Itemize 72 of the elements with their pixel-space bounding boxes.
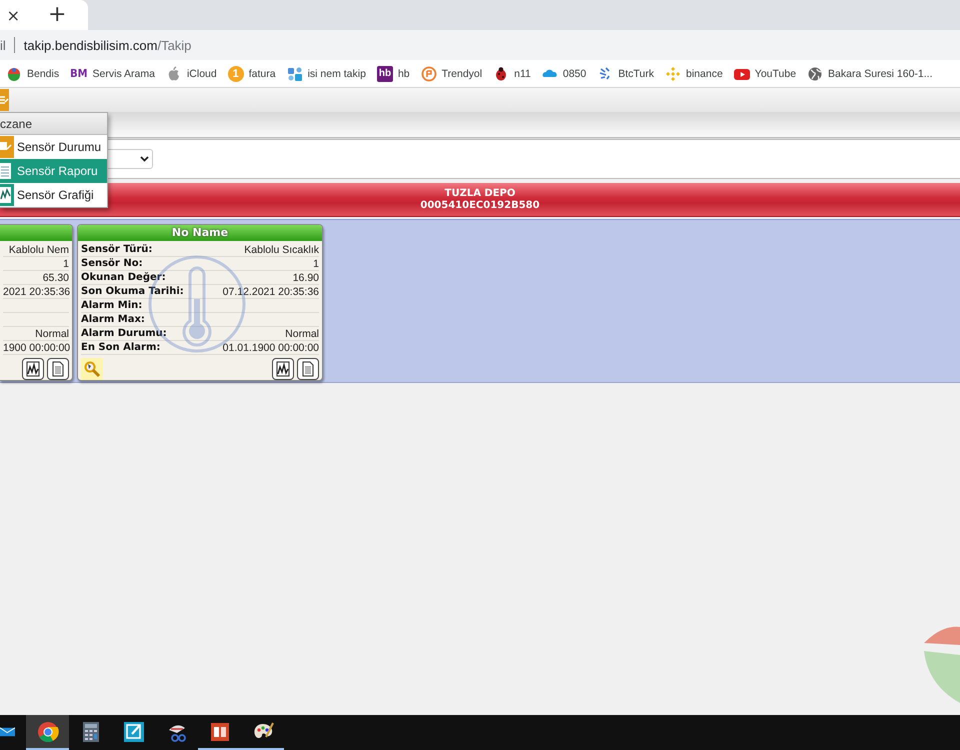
field-label: Sensör No:: [81, 258, 143, 269]
device-id: 0005410EC0192B580: [420, 200, 540, 212]
field-label: En Son Alarm:: [81, 342, 160, 353]
field-value: Kablolu Sıcaklık: [244, 244, 319, 256]
document-icon: [52, 361, 64, 377]
globe-icon: [6, 66, 22, 82]
chart-icon: [26, 361, 40, 377]
bookmark[interactable]: 0850: [542, 66, 586, 82]
field-label: Alarm Max:: [81, 314, 145, 325]
menu-item[interactable]: Sensör Raporu: [0, 159, 107, 183]
logo-label: hb: [376, 66, 393, 82]
pencil-note-icon: [122, 720, 144, 742]
report-button[interactable]: [297, 358, 319, 380]
bookmark[interactable]: Trendyol: [420, 66, 482, 82]
card-header: [0, 225, 72, 241]
menu-item[interactable]: Sensör Durumu: [0, 135, 107, 159]
field-value: 2021 20:35:36: [3, 286, 70, 298]
report-icon: [0, 160, 14, 182]
bookmark[interactable]: hb hb: [376, 66, 410, 82]
field-value: 1900 00:00:00: [3, 342, 70, 354]
field-label: Alarm Durumu:: [81, 328, 167, 339]
slides-icon: [208, 720, 230, 742]
field-value: 07.12.2021 20:35:36: [222, 286, 319, 298]
url-text: takip.bendisbilisim.com/Takip: [24, 38, 192, 52]
field-value: Normal: [35, 328, 69, 340]
field-label: Okunan Değer:: [81, 272, 166, 283]
bookmark[interactable]: 1 fatura: [228, 66, 276, 82]
field-label: Sensör Türü:: [81, 244, 152, 255]
document-icon: [302, 361, 314, 377]
taskbar-app[interactable]: [26, 715, 69, 750]
menu-header: czane: [0, 116, 32, 130]
field-label: Son Okuma Tarihi:: [81, 286, 184, 297]
bookmark[interactable]: Bendis: [6, 66, 60, 82]
bookmark[interactable]: iCloud: [166, 66, 217, 82]
bookmark[interactable]: Bakara Suresi 160-1...: [807, 66, 933, 82]
bookmark[interactable]: BtcTurk: [597, 66, 654, 82]
field-value: Normal: [285, 328, 319, 340]
new-tab-button[interactable]: +: [44, 0, 70, 30]
globe-icon: [807, 66, 824, 82]
diamond-icon: [665, 66, 681, 82]
field-value: 1: [63, 258, 69, 270]
logo-label: 1: [228, 66, 244, 82]
report-button[interactable]: [47, 358, 69, 380]
chevron-down-icon: [140, 156, 149, 162]
security-label: il: [0, 38, 6, 52]
alarm-search-button[interactable]: [81, 358, 103, 380]
field-value: 1: [313, 258, 319, 270]
graph-button[interactable]: [22, 358, 44, 380]
address-field[interactable]: il takip.bendisbilisim.com/Takip: [0, 30, 960, 60]
circle-icon: [420, 66, 437, 82]
status-icon: [0, 136, 14, 158]
chrome-icon: [36, 720, 58, 742]
field-value: 16.90: [292, 272, 319, 284]
card-title: No Name: [78, 225, 322, 241]
bookmark[interactable]: isi nem takip: [286, 66, 366, 82]
menu-item[interactable]: Sensör Grafiği: [0, 183, 107, 207]
field-value: 65.30: [42, 272, 69, 284]
menu-toggle-button[interactable]: [0, 89, 9, 111]
graph-button[interactable]: [272, 358, 294, 380]
field-label: Alarm Min:: [81, 300, 142, 311]
bookmark[interactable]: binance: [665, 66, 723, 82]
logo-label: BM: [70, 67, 88, 80]
field-value: 01.01.1900 00:00:00: [222, 342, 319, 354]
squares-icon: [286, 66, 303, 82]
magnifier-icon: [83, 360, 101, 378]
field-value: Kablolu Nem: [8, 244, 69, 256]
chart-icon: [276, 361, 290, 377]
location-name: TUZLA DEPO: [444, 188, 516, 200]
bookmark[interactable]: BM Servis Arama: [70, 67, 155, 80]
bookmark[interactable]: YouTube: [734, 66, 796, 82]
close-tab-button[interactable]: ×: [4, 6, 22, 24]
bookmark[interactable]: n11: [493, 66, 531, 82]
